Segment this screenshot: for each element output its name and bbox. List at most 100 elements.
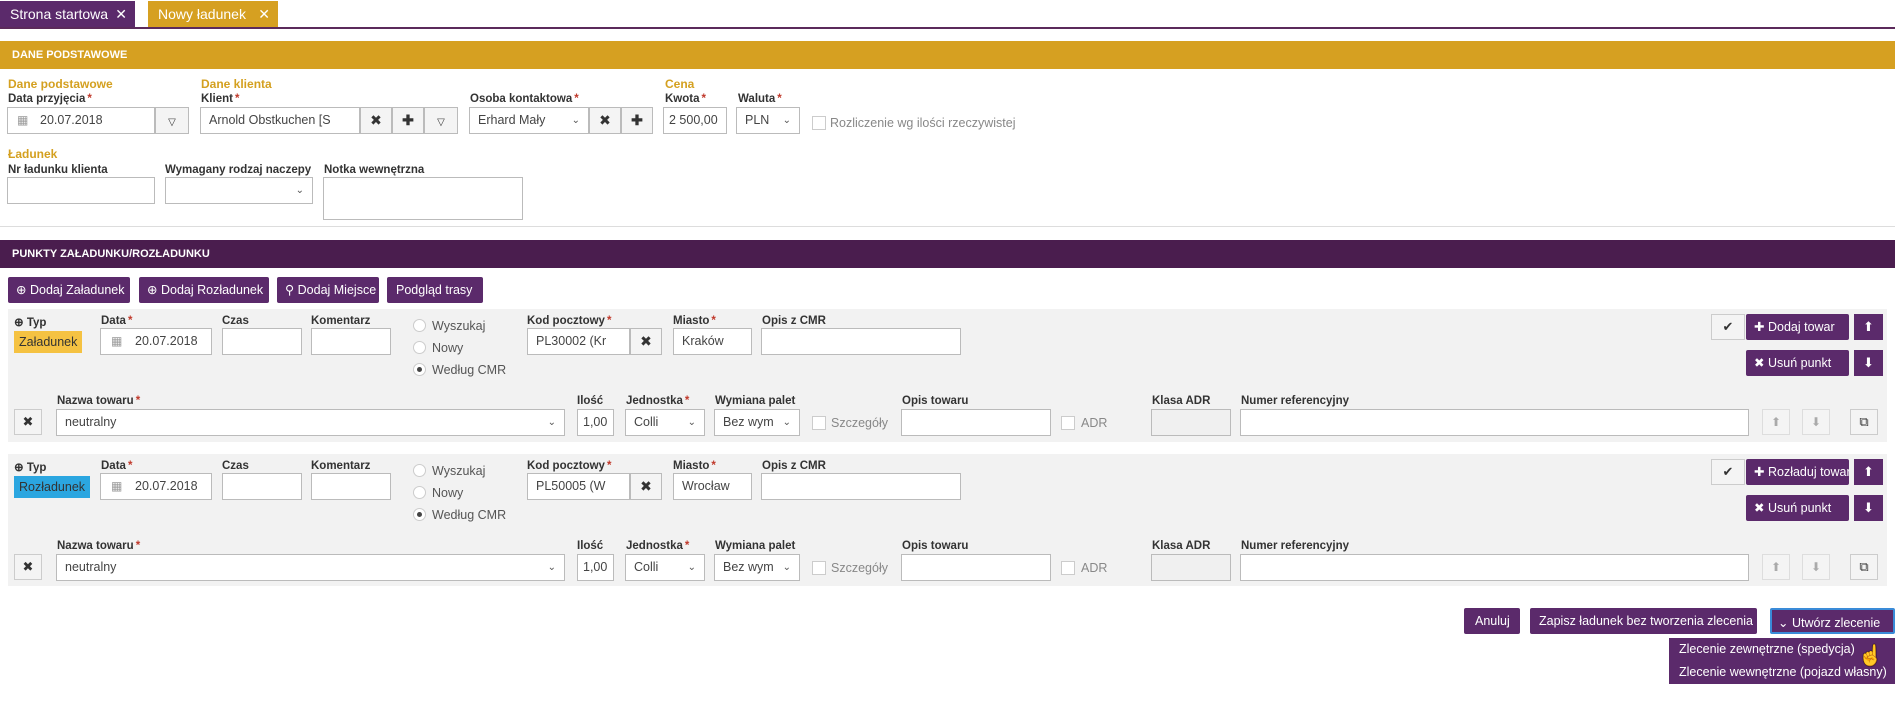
goods-name-select[interactable]: neutralny ⌄ — [56, 554, 565, 581]
comment-input[interactable] — [311, 328, 391, 355]
adr-checkbox[interactable] — [1061, 561, 1075, 575]
unit-select[interactable]: Colli ⌄ — [625, 554, 705, 581]
pallet-label: Wymiana palet — [715, 540, 796, 552]
goods-desc-input[interactable] — [901, 409, 1051, 436]
ref-no-label: Numer referencyjny — [1241, 540, 1350, 552]
cmr-desc-input[interactable] — [761, 473, 961, 500]
pallet-select[interactable]: Bez wym ⌄ — [714, 409, 800, 436]
details-label: Szczegóły — [831, 416, 888, 430]
remove-point-button[interactable]: ✖ Usuń punkt — [1746, 495, 1849, 521]
adr-checkbox[interactable] — [1061, 416, 1075, 430]
radio-search[interactable] — [413, 464, 426, 477]
remove-goods-button[interactable]: ✖ — [14, 409, 42, 435]
cancel-button[interactable]: Anuluj — [1464, 608, 1520, 634]
contact-clear-button[interactable]: ✖ — [589, 107, 621, 134]
goods-down-button[interactable]: ⬇ — [1802, 409, 1830, 435]
amount-label: Kwota * — [665, 93, 706, 105]
goods-desc-input[interactable] — [901, 554, 1051, 581]
remove-goods-button[interactable]: ✖ — [14, 554, 42, 580]
remove-point-button[interactable]: ✖ Usuń punkt — [1746, 350, 1849, 376]
arrow-down-icon: ⬇ — [1863, 355, 1874, 370]
add-unload-button[interactable]: ⊕ Dodaj Rozładunek — [139, 277, 269, 303]
city-input[interactable]: Wrocław — [673, 473, 752, 500]
tab-new-load[interactable]: Nowy ładunek ✕ — [148, 1, 278, 27]
client-clear-button[interactable]: ✖ — [360, 107, 392, 134]
type-label: ⊕ Typ — [14, 462, 47, 474]
details-checkbox[interactable] — [812, 561, 826, 575]
comment-input[interactable] — [311, 473, 391, 500]
time-label: Czas — [222, 460, 249, 472]
ref-no-input[interactable] — [1240, 554, 1749, 581]
add-load-button[interactable]: ⊕ Dodaj Załadunek — [8, 277, 130, 303]
add-place-button[interactable]: ⚲ Dodaj Miejsce — [277, 277, 379, 303]
contact-add-button[interactable]: ✚ — [621, 107, 653, 134]
date-dropdown-button[interactable]: ▽ — [155, 107, 189, 134]
goods-name-select[interactable]: neutralny ⌄ — [56, 409, 565, 436]
radio-new[interactable] — [413, 486, 426, 499]
plus-circle-icon: ⊕ — [147, 283, 158, 297]
move-down-button[interactable]: ⬇ — [1854, 495, 1883, 521]
unit-select[interactable]: Colli ⌄ — [625, 409, 705, 436]
cmr-desc-label: Opis z CMR — [762, 315, 826, 327]
group-client-title: Dane klienta — [201, 77, 272, 91]
move-down-button[interactable]: ⬇ — [1854, 350, 1883, 376]
plus-circle-icon: ⊕ — [16, 283, 27, 297]
client-dropdown-button[interactable]: ▽ — [424, 107, 458, 134]
goods-up-button[interactable]: ⬆ — [1762, 409, 1790, 435]
qty-input[interactable]: 1,00 — [577, 409, 614, 436]
time-input[interactable] — [222, 328, 302, 355]
contact-select[interactable]: Erhard Mały ⌄ — [469, 107, 589, 134]
move-up-button[interactable]: ⬆ — [1854, 459, 1883, 485]
tab-home[interactable]: Strona startowa ✕ — [0, 1, 135, 27]
copy-goods-button[interactable]: ⧉ — [1850, 554, 1878, 580]
postal-clear-button[interactable]: ✖ — [630, 328, 662, 355]
create-order-button[interactable]: ⌄ Utwórz zlecenie — [1770, 608, 1895, 634]
point-date-input[interactable]: ▦ 20.07.2018 — [100, 328, 212, 355]
postal-input[interactable]: PL30002 (Kr — [527, 328, 630, 355]
unload-goods-button[interactable]: ✚ Rozładuj towar — [1746, 459, 1849, 485]
cmr-desc-input[interactable] — [761, 328, 961, 355]
time-input[interactable] — [222, 473, 302, 500]
client-load-no-input[interactable] — [7, 177, 155, 204]
radio-search[interactable] — [413, 319, 426, 332]
amount-input[interactable]: 2 500,00 — [663, 107, 727, 134]
confirm-button[interactable]: ✔ — [1711, 459, 1745, 485]
route-preview-button[interactable]: Podgląd trasy — [387, 277, 483, 303]
add-goods-button[interactable]: ✚ Dodaj towar — [1746, 314, 1849, 340]
radio-by-cmr[interactable] — [413, 508, 426, 521]
qty-input[interactable]: 1,00 — [577, 554, 614, 581]
radio-search-label: Wyszukaj — [432, 464, 486, 478]
radio-by-cmr[interactable] — [413, 363, 426, 376]
city-input[interactable]: Kraków — [673, 328, 752, 355]
currency-select[interactable]: PLN ⌄ — [736, 107, 800, 134]
goods-down-button[interactable]: ⬇ — [1802, 554, 1830, 580]
ref-no-input[interactable] — [1240, 409, 1749, 436]
client-add-button[interactable]: ✚ — [392, 107, 424, 134]
settle-checkbox[interactable] — [812, 116, 826, 130]
date-label: Data przyjęcia * — [8, 93, 92, 105]
date-input[interactable]: ▦ 20.07.2018 — [7, 107, 155, 134]
chevron-down-icon: ⌄ — [295, 185, 304, 196]
confirm-button[interactable]: ✔ — [1711, 314, 1745, 340]
save-without-order-button[interactable]: Zapisz ładunek bez tworzenia zlecenia — [1530, 608, 1757, 634]
goods-up-button[interactable]: ⬆ — [1762, 554, 1790, 580]
close-icon[interactable]: ✕ — [115, 1, 127, 27]
radio-new[interactable] — [413, 341, 426, 354]
close-icon[interactable]: ✕ — [258, 1, 270, 27]
currency-label: Waluta * — [738, 93, 782, 105]
point-date-input[interactable]: ▦ 20.07.2018 — [100, 473, 212, 500]
chevron-down-icon: ▽ — [437, 117, 445, 128]
trailer-select[interactable]: ⌄ — [165, 177, 313, 204]
chevron-down-icon: ⌄ — [1778, 616, 1789, 630]
move-up-button[interactable]: ⬆ — [1854, 314, 1883, 340]
postal-clear-button[interactable]: ✖ — [630, 473, 662, 500]
client-input[interactable]: Arnold Obstkuchen [S — [200, 107, 360, 134]
chevron-down-icon: ⌄ — [782, 562, 791, 573]
details-checkbox[interactable] — [812, 416, 826, 430]
postal-input[interactable]: PL50005 (W — [527, 473, 630, 500]
note-textarea[interactable] — [323, 177, 523, 220]
copy-goods-button[interactable]: ⧉ — [1850, 409, 1878, 435]
pallet-select[interactable]: Bez wym ⌄ — [714, 554, 800, 581]
type-label: ⊕ Typ — [14, 317, 47, 329]
client-label: Klient * — [201, 93, 240, 105]
